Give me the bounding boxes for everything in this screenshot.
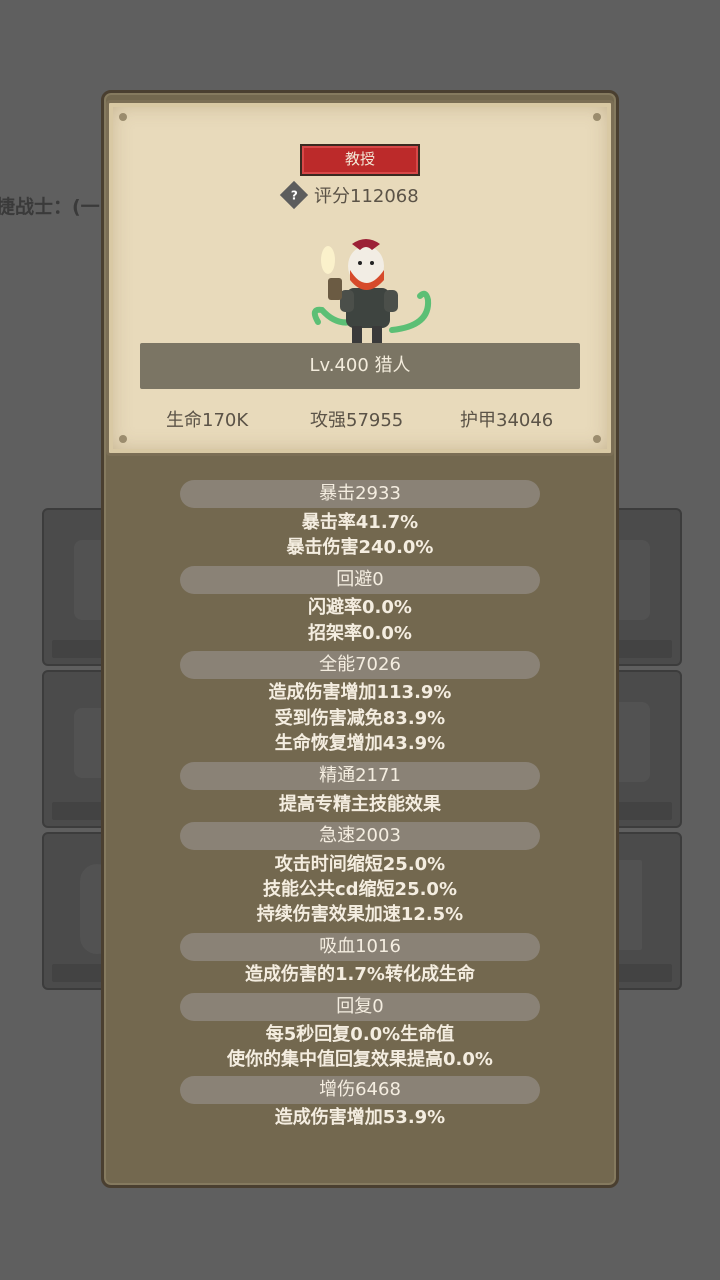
slot-label-bar	[618, 802, 672, 820]
rating-row: ? 评分112068	[279, 180, 419, 210]
attr-header-versatility: 全能7026	[180, 651, 540, 679]
attr-line: 每5秒回复0.0%生命值	[265, 1024, 455, 1045]
attr-line: 生命恢复增加43.9%	[274, 733, 446, 754]
level-class-bar: Lv.400 猎人	[140, 343, 580, 389]
slot-label-bar	[618, 640, 672, 658]
attr-line: 造成伤害增加53.9%	[274, 1107, 446, 1128]
attr-header-regen: 回复0	[180, 993, 540, 1021]
hp-stat: 生命170K	[166, 410, 249, 431]
attr-line: 暴击率41.7%	[301, 512, 419, 533]
help-icon[interactable]: ?	[279, 180, 309, 210]
attr-line: 提高专精主技能效果	[279, 794, 441, 815]
attr-line: 闪避率0.0%	[308, 597, 412, 618]
card-rivet	[119, 435, 127, 443]
background-hero-label: 捷战士：(一	[0, 196, 100, 218]
equipment-slot[interactable]	[608, 508, 682, 666]
attr-line: 技能公共cd缩短25.0%	[262, 879, 457, 900]
attr-line: 使你的集中值回复效果提高0.0%	[227, 1049, 493, 1070]
attr-line: 持续伤害效果加速12.5%	[256, 904, 464, 925]
attr-line: 受到伤害减免83.9%	[274, 708, 446, 729]
slot-label-bar	[618, 964, 672, 982]
slot-label-bar	[52, 964, 106, 982]
attr-line: 造成伤害增加113.9%	[268, 682, 452, 703]
slot-label-bar	[52, 640, 106, 658]
attack-stat: 攻强57955	[310, 410, 404, 431]
rank-badge: 教授	[300, 144, 420, 176]
attr-header-avoidance: 回避0	[180, 566, 540, 594]
attr-header-crit: 暴击2933	[180, 480, 540, 508]
rating-score: 评分112068	[314, 186, 419, 207]
attr-line: 招架率0.0%	[308, 623, 412, 644]
slot-label-bar	[52, 802, 106, 820]
attr-header-damage-bonus: 增伤6468	[180, 1076, 540, 1104]
card-rivet	[593, 113, 601, 121]
attr-header-mastery: 精通2171	[180, 762, 540, 790]
attr-header-haste: 急速2003	[180, 822, 540, 850]
attr-header-leech: 吸血1016	[180, 933, 540, 961]
hunter-character-portrait	[311, 239, 432, 344]
card-rivet	[593, 435, 601, 443]
card-rivet	[119, 113, 127, 121]
equipment-slot[interactable]	[608, 832, 682, 990]
attr-line: 暴击伤害240.0%	[286, 537, 434, 558]
attr-line: 造成伤害的1.7%转化成生命	[245, 964, 475, 985]
equipment-slot[interactable]	[608, 670, 682, 828]
attr-line: 攻击时间缩短25.0%	[274, 854, 446, 875]
armor-stat: 护甲34046	[460, 410, 554, 431]
